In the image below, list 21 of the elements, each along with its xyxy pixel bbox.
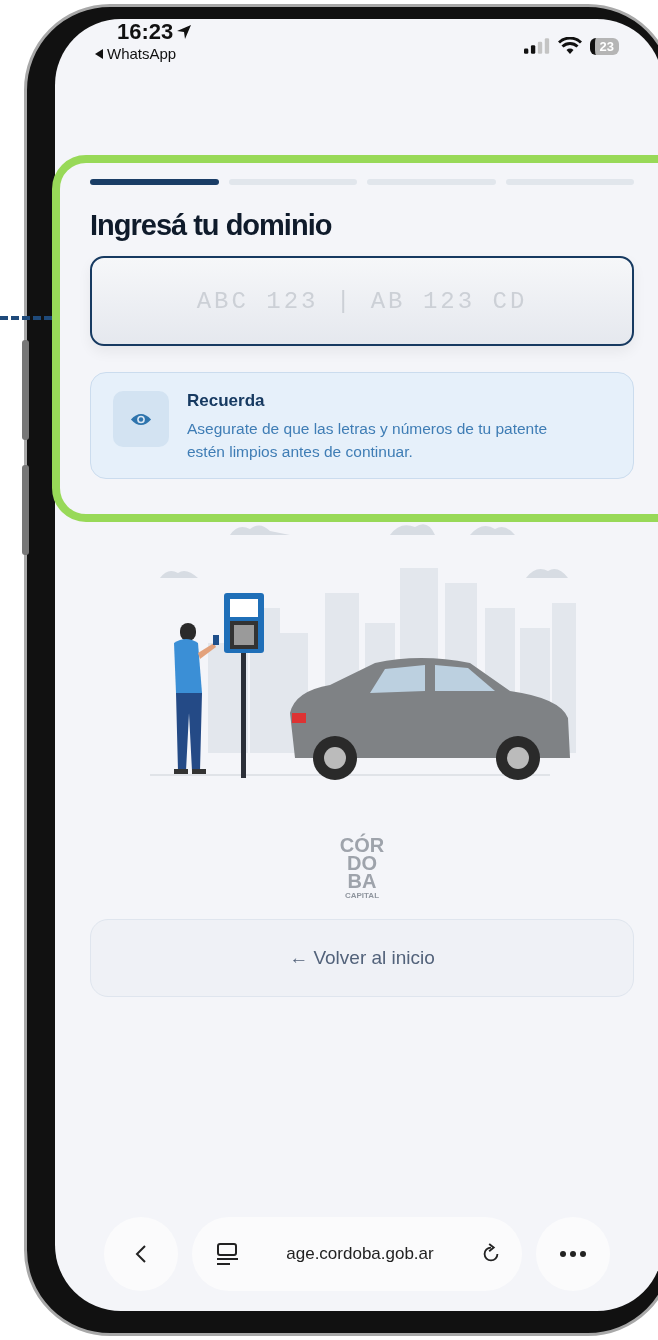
logo-caption: CAPITAL — [344, 891, 380, 899]
chevron-left-icon — [135, 1244, 147, 1264]
back-to-app-link[interactable]: WhatsApp — [107, 45, 177, 62]
url-text: age.cordoba.gob.ar — [286, 1244, 434, 1264]
signal-icon — [523, 38, 550, 54]
logo-text: BA — [347, 871, 377, 890]
logo-text: DO — [347, 853, 377, 872]
ellipsis-icon — [560, 1251, 586, 1257]
status-time: 16:23 — [117, 19, 174, 45]
location-arrow-icon — [176, 24, 193, 40]
logo-text: CÓR — [339, 835, 385, 854]
wifi-icon — [557, 37, 582, 55]
page-menu-icon — [216, 1243, 240, 1265]
back-to-start-button[interactable]: ← Volver al inicio — [90, 918, 634, 997]
back-triangle-icon — [95, 48, 103, 59]
page-title: Ingresá tu dominio — [90, 209, 333, 242]
notice-text: Asegurate de que las letras y números de tu patente estén limpios antes de continuar. — [187, 419, 549, 463]
battery-level: 23 — [589, 37, 619, 55]
eye-icon — [113, 391, 169, 447]
address-bar[interactable]: age.cordoba.gob.ar — [192, 1217, 522, 1291]
notice-title: Recuerda — [187, 391, 266, 411]
